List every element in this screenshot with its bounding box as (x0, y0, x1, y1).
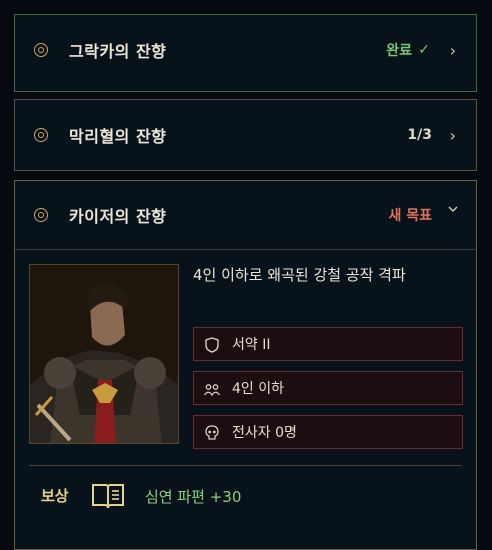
condition-label: 4인 이하 (232, 381, 284, 397)
quest-title: 그락카의 잔향 (69, 42, 167, 61)
quest-objective: 4인 이하로 왜곡된 강철 공작 격파 (193, 266, 406, 284)
quest-item-2[interactable]: 막리혈의 잔향 1/3 › (14, 99, 477, 171)
target-icon (34, 128, 48, 142)
quest-progress: 1/3 (407, 127, 432, 143)
chevron-right-icon[interactable]: › (450, 126, 456, 145)
chevron-right-icon[interactable]: › (450, 41, 456, 60)
target-icon (34, 208, 48, 222)
quest-status-new: 새 목표 (388, 208, 432, 224)
reward-label: 보상 (41, 487, 69, 505)
skull-icon (205, 425, 219, 440)
quest-item-1[interactable]: 그락카의 잔향 완료 ✓ › (14, 14, 477, 92)
condition-label: 전사자 0명 (232, 425, 297, 441)
shield-icon (205, 337, 219, 353)
quest-status-complete: 완료 (386, 43, 412, 59)
reward-value: 심연 파편 +30 (145, 488, 242, 506)
boss-portrait (29, 264, 179, 444)
check-icon: ✓ (418, 42, 430, 58)
divider (29, 465, 462, 466)
condition-no-deaths: 전사자 0명 (193, 415, 463, 449)
party-icon (204, 384, 220, 397)
book-icon (92, 484, 124, 509)
condition-party-size: 4인 이하 (193, 371, 463, 405)
quest-title: 막리혈의 잔향 (69, 127, 167, 146)
condition-label: 서약 II (232, 337, 271, 353)
chevron-down-icon[interactable] (448, 204, 458, 214)
condition-oath: 서약 II (193, 327, 463, 361)
target-icon (34, 43, 48, 57)
quest-item-3-expanded[interactable]: 카이저의 잔향 새 목표 4인 이하로 왜곡된 강철 공작 격파 서약 II 4… (14, 180, 477, 550)
quest-title: 카이저의 잔향 (69, 207, 167, 226)
